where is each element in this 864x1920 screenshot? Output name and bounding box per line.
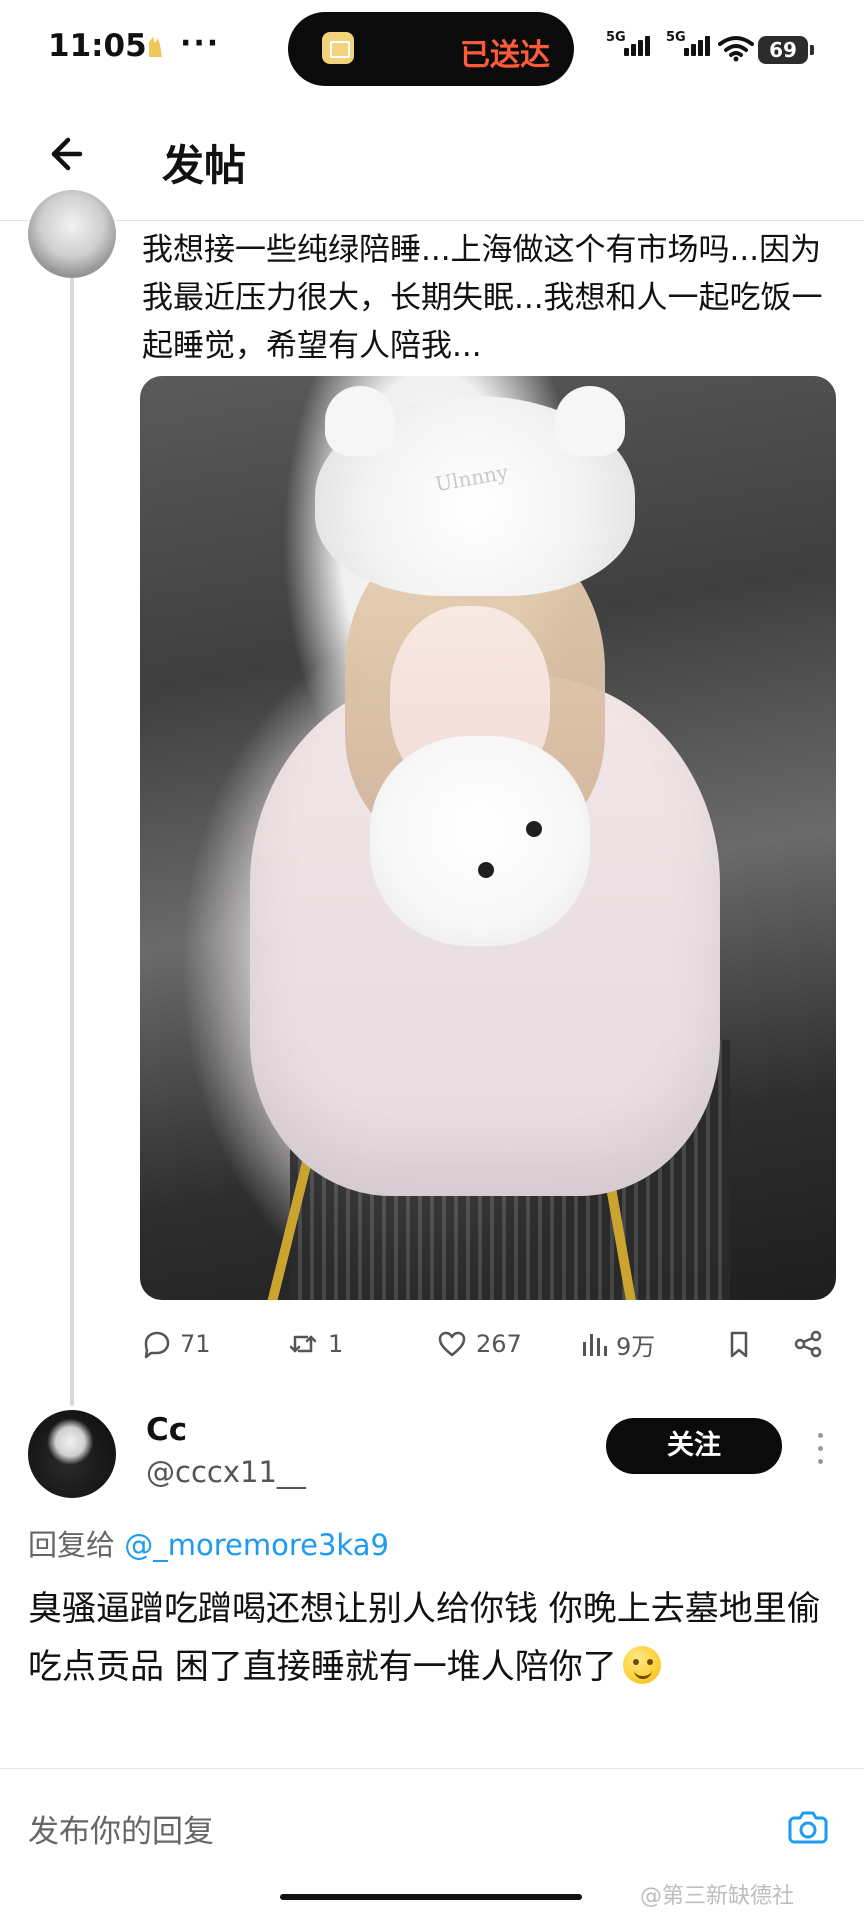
reply-author-avatar[interactable] [28,1410,116,1498]
cellular-signal-1: 5G [606,30,662,66]
bookmark-icon [730,1331,748,1358]
hat-ear-right [555,386,625,456]
back-button[interactable] [40,130,88,178]
reply-action[interactable]: 71 [140,1322,211,1366]
plush-scarf [370,736,590,946]
bookmark-button[interactable] [724,1322,754,1366]
status-more-icon: ··· [180,26,221,61]
reply-author-handle[interactable]: @cccx11__ [146,1455,306,1489]
views-action[interactable]: 9万 [580,1322,655,1366]
scarf-eye [526,821,542,837]
yum-emoji-icon [622,1646,661,1684]
status-app-icon [142,34,168,60]
watermark: @第三新缺德社 [640,1884,795,1909]
home-indicator[interactable] [280,1894,582,1900]
post-actions: 71 1 267 9万 [140,1322,840,1366]
like-count: 267 [476,1330,522,1358]
hat-ear-left [325,386,395,456]
follow-button[interactable]: 关注 [606,1418,782,1474]
like-action[interactable]: 267 [436,1322,522,1366]
repost-action[interactable]: 1 [286,1322,343,1366]
battery-indicator: 69 [758,36,814,64]
dynamic-island[interactable]: 已送达 [288,12,574,86]
reply-author-name[interactable]: Cc [146,1412,187,1448]
post-text: 我想接一些纯绿陪睡...上海做这个有市场吗...因为我最近压力很大，长期失眠..… [142,232,823,364]
replying-to: 回复给 @_moremore3ka9 [28,1522,389,1564]
signal-bars-2-icon [684,36,712,56]
repost-icon [289,1335,317,1353]
more-options-icon[interactable] [812,1430,828,1470]
thread-line [70,278,74,1406]
signal-bars-1-icon [624,36,652,56]
replying-to-label: 回复给 [28,1528,116,1562]
arrow-left-icon [51,137,83,171]
reply-text-content: 臭骚逼蹭吃蹭喝还想让别人给你钱 你晚上去墓地里偷吃点贡品 困了直接睡就有一堆人陪… [28,1589,821,1687]
reply-count: 71 [180,1330,211,1358]
post-author-avatar[interactable] [28,190,116,278]
share-button[interactable] [792,1322,824,1366]
page-title: 发帖 [162,141,247,190]
camera-button[interactable] [784,1802,832,1850]
delivery-status: 已送达 [460,38,550,73]
reply-composer-input[interactable]: 发布你的回复 [28,1806,214,1851]
scarf-eye [478,862,494,878]
comment-icon [144,1331,170,1359]
composer-divider [0,1768,864,1769]
header-divider [0,220,864,221]
wifi-icon [718,34,754,62]
repost-count: 1 [328,1330,344,1358]
cellular-signal-2: 5G [666,30,722,66]
replying-to-mention[interactable]: @_moremore3ka9 [124,1528,389,1562]
status-time: 11:05 [48,28,147,64]
camera-icon [788,1811,828,1844]
folder-icon [322,32,354,64]
fluffy-hat: Ulnnny [315,386,635,596]
view-count: 9万 [616,1332,656,1361]
bar-chart-icon [583,1334,607,1356]
reply-text: 臭骚逼蹭吃蹭喝还想让别人给你钱 你晚上去墓地里偷吃点贡品 困了直接睡就有一堆人陪… [28,1580,848,1696]
heart-icon [438,1331,466,1357]
share-icon [794,1330,822,1358]
hat-logo-text: Ulnnny [433,459,510,497]
post-image[interactable]: Ulnnny [140,376,836,1300]
